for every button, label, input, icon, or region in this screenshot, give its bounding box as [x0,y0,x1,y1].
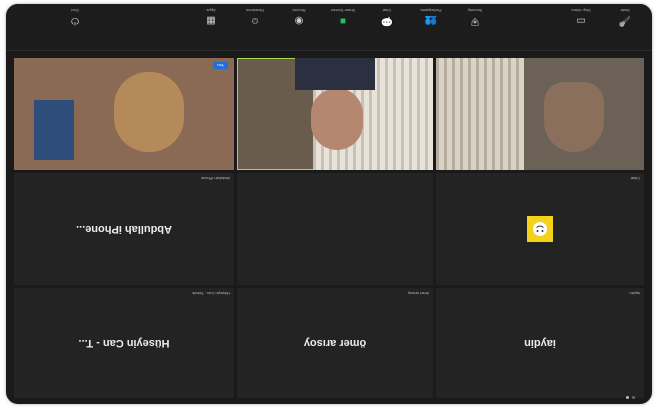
pager-dot[interactable] [632,396,635,399]
tile-participant[interactable] [237,173,433,285]
toolbar-left: 🎤 Mute ▭ Stop Video [564,8,642,26]
participant-face [114,72,184,152]
pager-dot[interactable] [626,396,629,399]
tile-participant[interactable]: iaydin iaydin [436,288,644,398]
participant-face [544,82,604,152]
tile-participant[interactable]: ömer arısoy ömer arısoy [237,288,433,398]
participant-face [311,88,363,150]
reactions-icon: ☺ [249,15,261,26]
tile-video-active-speaker[interactable] [237,58,433,170]
chat-icon: 💬 [380,15,394,26]
mic-icon: 🎤 [618,15,632,26]
smiley-icon [533,222,547,236]
participant-tag: Hüseyin Can - Teknik [192,291,230,296]
participant-tag: Cihat [630,176,640,181]
zoom-window: iaydin iaydin ömer arısoy ömer arısoy Hü… [6,4,652,404]
window-blinds [436,58,524,170]
tile-participant[interactable]: Abdullah iPhone... Abdullah iPhone [14,173,234,285]
tile-participant-avatar[interactable]: Cihat [436,173,644,285]
end-icon: ⏻ [71,15,79,26]
mute-button[interactable]: 🎤 Mute [608,8,642,26]
participants-button[interactable]: 👥 Participants [414,8,448,26]
apps-button[interactable]: ▦ Apps [194,8,228,26]
participant-name: iaydin [524,337,556,349]
tile-video-self[interactable]: You [14,58,234,170]
participants-icon: 👥 [424,15,438,26]
avatar [527,216,553,242]
participant-tag: iaydin [629,291,640,296]
end-button[interactable]: ⏻ End [58,8,92,26]
share-screen-button[interactable]: ■ Share Screen [326,8,360,26]
rotated-view: iaydin iaydin ömer arısoy ömer arısoy Hü… [6,4,652,404]
record-button[interactable]: ◉ Record [282,8,316,26]
record-icon: ◉ [294,15,304,26]
toolbar-right: ⏻ End [58,8,92,26]
security-button[interactable]: ⛨ Security [458,8,492,26]
monitor [34,100,74,160]
tile-participant[interactable]: Hüseyin Can - T... Hüseyin Can - Teknik [14,288,234,398]
reactions-button[interactable]: ☺ Reactions [238,8,272,26]
participant-tag: ömer arısoy [407,291,429,296]
gallery-grid: iaydin iaydin ömer arısoy ömer arısoy Hü… [14,58,644,398]
stop-video-button[interactable]: ▭ Stop Video [564,8,598,26]
participant-shirt [295,58,375,90]
tile-video[interactable] [436,58,644,170]
apps-icon: ▦ [206,15,216,26]
toolbar-center: ⛨ Security 👥 Participants 💬 Chat ■ Share… [194,8,492,26]
video-icon: ▭ [576,15,586,26]
share-screen-icon: ■ [339,15,347,26]
participant-name: Hüseyin Can - T... [78,337,170,349]
chat-button[interactable]: 💬 Chat [370,8,404,26]
participant-name: ömer arısoy [303,337,367,349]
participant-tag: Abdullah iPhone [200,176,230,181]
self-label: You [213,62,228,69]
shield-icon: ⛨ [471,15,479,26]
meeting-toolbar: 🎤 Mute ▭ Stop Video ⛨ Security 👥 Partici… [6,4,652,51]
participant-name: Abdullah iPhone... [76,223,172,235]
